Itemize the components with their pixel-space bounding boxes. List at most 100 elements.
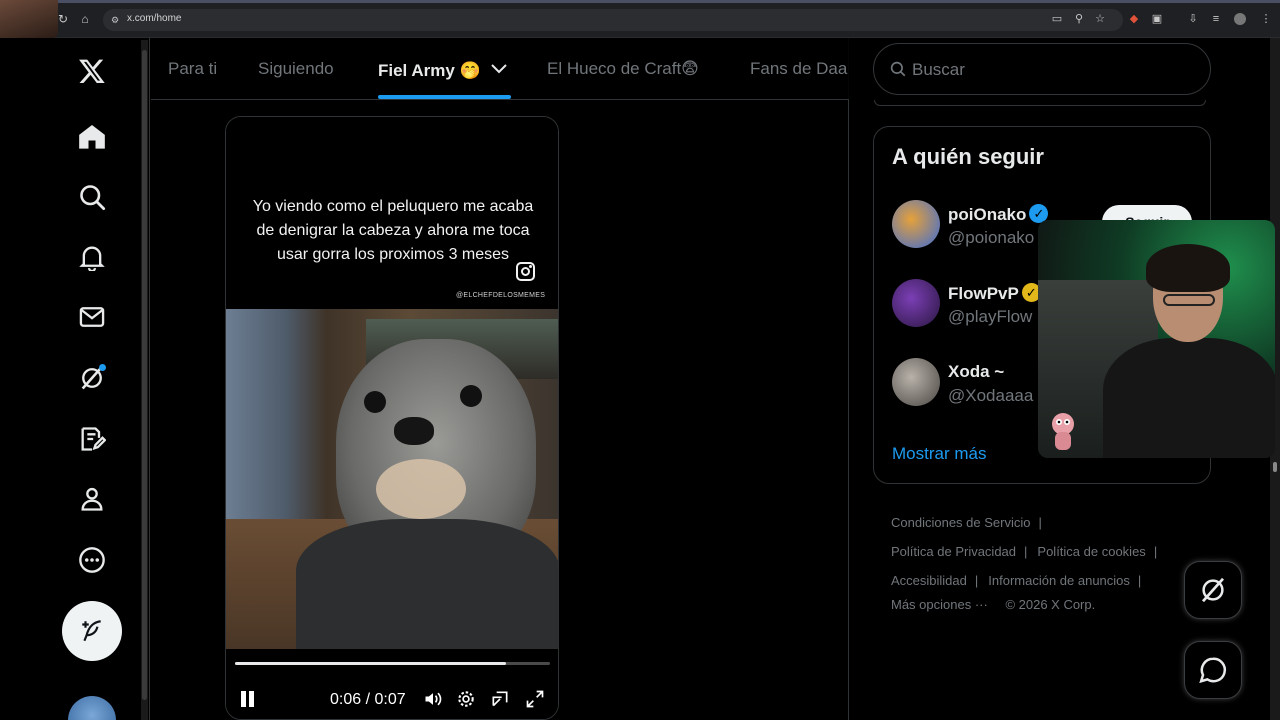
barber-cape <box>296 519 558 649</box>
video-player[interactable] <box>226 309 558 649</box>
user-avatar[interactable] <box>892 279 940 327</box>
previous-module-edge <box>874 100 1206 106</box>
footer-separator: | <box>974 573 979 588</box>
instagram-icon <box>516 262 535 281</box>
notification-dot <box>99 364 106 371</box>
browser-accent-bar <box>0 0 1280 3</box>
settings-gear-icon[interactable] <box>454 687 478 711</box>
user-avatar[interactable] <box>892 358 940 406</box>
extension-icon[interactable]: ◆ <box>1128 13 1140 25</box>
search-icon <box>890 61 906 77</box>
feather-plus-icon <box>82 620 101 642</box>
pause-button[interactable] <box>238 689 258 709</box>
dog-eye-right <box>460 385 482 407</box>
reload-icon[interactable]: ↻ <box>56 12 70 26</box>
chat-bubble-icon <box>1199 657 1227 684</box>
extensions-puzzle-icon[interactable]: ▣ <box>1151 13 1163 25</box>
show-more-link[interactable]: Mostrar más <box>892 444 986 464</box>
video-caption-area: Yo viendo como el peluquero me acaba de … <box>226 117 558 309</box>
tab-el-hueco-de-craft[interactable]: El Hueco de Craft😨 <box>547 59 699 79</box>
footer-link[interactable]: Política de cookies <box>1037 544 1145 559</box>
tab-fiel-army[interactable]: Fiel Army 🤭 <box>378 59 508 81</box>
footer-link[interactable]: Condiciones de Servicio <box>891 515 1030 530</box>
webcam-person <box>1098 244 1275 458</box>
who-to-follow-title: A quién seguir <box>892 144 1044 169</box>
tab-siguiendo[interactable]: Siguiendo <box>258 59 334 79</box>
footer-link[interactable]: Política de Privacidad <box>891 544 1016 559</box>
messages-fab-button[interactable] <box>1184 641 1242 699</box>
chevron-down-icon[interactable] <box>491 59 508 79</box>
reading-list-icon[interactable]: ≡ <box>1210 13 1222 25</box>
footer-link[interactable]: Información de anuncios <box>988 573 1130 588</box>
user-name[interactable]: poiOnako <box>948 204 1049 225</box>
zoom-icon[interactable]: ⚲ <box>1073 13 1085 25</box>
home-icon[interactable] <box>72 117 112 157</box>
more-circle-icon[interactable] <box>72 540 112 580</box>
user-avatar[interactable] <box>892 200 940 248</box>
left-sidebar <box>0 38 150 720</box>
copyright-text: © 2026 X Corp. <box>1005 597 1096 612</box>
dog-chin <box>376 459 466 519</box>
webcam-person-hair <box>1146 244 1230 292</box>
cast-icon[interactable]: ▭ <box>1051 13 1063 25</box>
browser-menu-icon[interactable]: ⋮ <box>1260 13 1272 25</box>
webcam-person-body <box>1103 338 1275 458</box>
picture-in-picture-icon[interactable] <box>488 687 512 711</box>
dog-nose <box>394 417 434 445</box>
download-icon[interactable]: ⇩ <box>1187 13 1199 25</box>
user-name[interactable]: FlowPvP <box>948 283 1041 304</box>
webcam-person-glasses <box>1163 294 1215 306</box>
dog-eye-left <box>364 391 386 413</box>
user-handle: @poionako <box>948 228 1035 247</box>
video-watermark: @ELCHEFDELOSMEMES <box>456 292 546 299</box>
video-post[interactable]: Yo viendo como el peluquero me acaba de … <box>225 116 559 720</box>
profile-avatar-icon[interactable] <box>1234 13 1246 25</box>
tab-para-ti[interactable]: Para ti <box>168 59 217 79</box>
url-text: x.com/home <box>127 13 182 24</box>
home-browser-icon[interactable]: ⌂ <box>78 12 92 26</box>
video-time: 0:06 / 0:07 <box>330 691 406 708</box>
address-bar[interactable] <box>103 9 1123 31</box>
user-name[interactable]: Xoda ~ <box>948 362 1004 382</box>
footer-link[interactable]: Accesibilidad <box>891 573 967 588</box>
streamer-face-overlay <box>0 0 58 38</box>
account-avatar[interactable] <box>68 696 116 720</box>
footer-links: Condiciones de Servicio | Política de Pri… <box>891 508 1191 615</box>
mascot-sticker-icon <box>1052 413 1074 450</box>
user-handle: @Xodaaaa <box>948 386 1034 405</box>
x-logo-icon[interactable] <box>72 51 112 91</box>
drafts-icon[interactable] <box>72 419 112 459</box>
grok-icon[interactable] <box>72 358 112 398</box>
timeline-tabs: Para ti Siguiendo Fiel Army 🤭 El Hueco d… <box>151 38 849 100</box>
more-options-link[interactable]: Más opciones ··· <box>891 597 988 612</box>
footer-separator: | <box>1038 515 1042 530</box>
notifications-bell-icon[interactable] <box>72 237 112 277</box>
grok-icon <box>1201 577 1225 603</box>
explore-search-icon[interactable] <box>72 177 112 217</box>
footer-separator: | <box>1153 544 1158 559</box>
profile-person-icon[interactable] <box>72 479 112 519</box>
video-progress-fill <box>235 662 506 665</box>
compose-post-button[interactable] <box>62 601 122 661</box>
main-timeline: Para ti Siguiendo Fiel Army 🤭 El Hueco d… <box>151 38 849 720</box>
tab-fans-de-daa[interactable]: Fans de Daa <box>750 59 847 79</box>
footer-separator: | <box>1024 544 1028 559</box>
site-settings-icon[interactable]: ⚙ <box>108 13 122 27</box>
video-caption-text: Yo viendo como el peluquero me acaba de … <box>252 198 534 263</box>
browser-toolbar: ↻ ⌂ ⚙ x.com/home ▭ ⚲ ☆ ◆ ▣ ⇩ ≡ ⋮ <box>0 0 1280 38</box>
video-progress-bar[interactable] <box>235 662 550 665</box>
user-handle: @playFlow <box>948 307 1033 326</box>
tab-fiel-army-label: Fiel Army 🤭 <box>378 61 481 80</box>
grok-fab-button[interactable] <box>1184 561 1242 619</box>
search-box[interactable]: Buscar <box>873 43 1211 95</box>
left-scrollbar[interactable] <box>141 40 148 720</box>
left-scrollbar-thumb[interactable] <box>142 50 147 700</box>
search-input[interactable]: Buscar <box>912 60 965 80</box>
fullscreen-icon[interactable] <box>523 687 547 711</box>
footer-separator: | <box>1137 573 1142 588</box>
messages-envelope-icon[interactable] <box>72 297 112 337</box>
active-tab-indicator <box>378 95 511 99</box>
right-scrollbar-thumb[interactable] <box>1273 462 1277 472</box>
bookmark-star-icon[interactable]: ☆ <box>1094 13 1106 25</box>
volume-icon[interactable] <box>421 687 445 711</box>
